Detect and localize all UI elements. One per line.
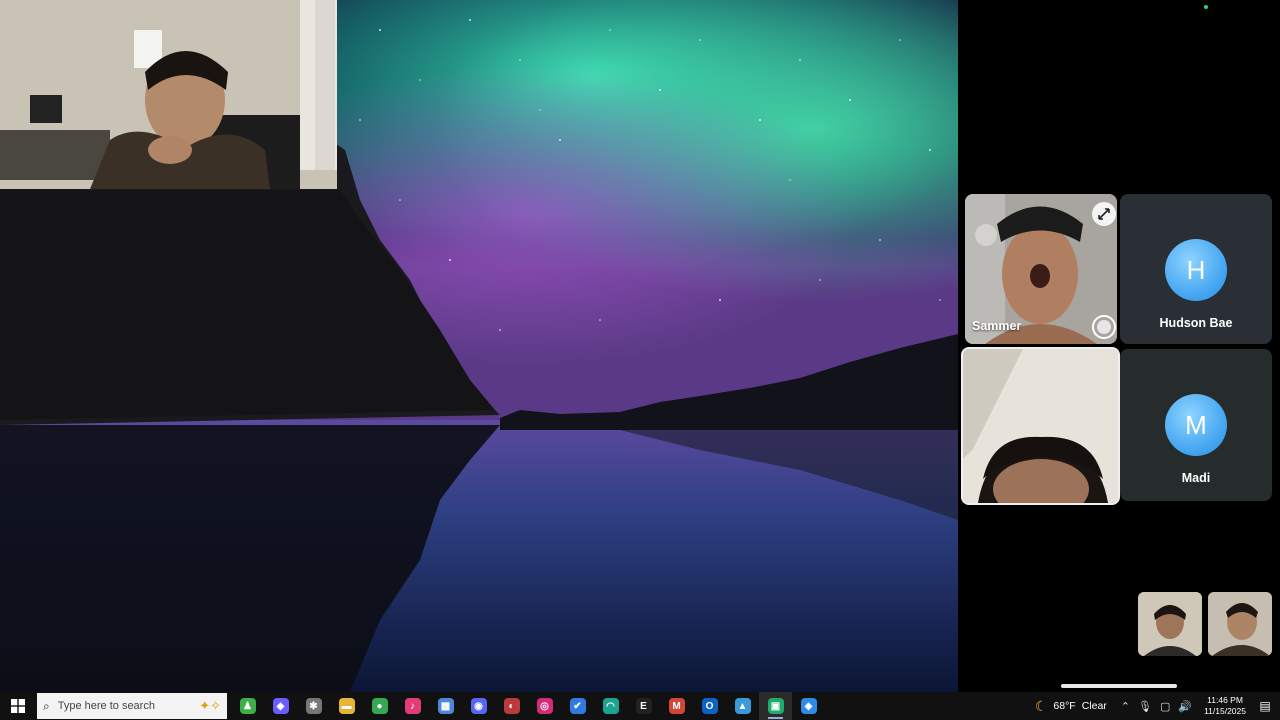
photos-app-icon: ▲: [734, 698, 751, 714]
taskbar-app-button[interactable]: ◉: [462, 692, 495, 720]
mini-camera-feed[interactable]: [1208, 592, 1272, 656]
pc-app-icon: ▦: [437, 698, 454, 714]
taskbar-app-button[interactable]: ♟: [231, 692, 264, 720]
participant-tile-hudson-bae[interactable]: H Hudson Bae: [1120, 194, 1272, 344]
volume-icon[interactable]: 🔊: [1178, 700, 1192, 713]
taskbar-app-button[interactable]: ◈: [792, 692, 825, 720]
todo-icon: ✔: [569, 698, 586, 714]
sparkle-icon: ✦✧: [199, 698, 221, 713]
taskbar-search-box[interactable]: ⌕ Type here to search ✦✧: [37, 693, 227, 719]
taskbar-app-button[interactable]: ▲: [726, 692, 759, 720]
game-app-icon: ◐: [503, 698, 520, 714]
taskbar-app-button[interactable]: ✱: [297, 692, 330, 720]
epic-games-icon: E: [635, 698, 652, 714]
participant-name-madi: Madi: [1181, 471, 1211, 485]
start-button[interactable]: [0, 692, 36, 720]
instagram-icon: ◎: [536, 698, 553, 714]
participant-tile-madi[interactable]: M Madi: [1120, 349, 1272, 501]
puzzle-app-icon: ✱: [305, 698, 322, 714]
taskbar-app-button[interactable]: ✔: [561, 692, 594, 720]
avatar: H: [1165, 239, 1227, 301]
microphone-icon[interactable]: 🎙: [1138, 700, 1152, 713]
outlook-icon: O: [701, 698, 718, 714]
participant-name-sammer: Sammer: [972, 319, 1022, 333]
home-indicator: [1061, 684, 1177, 688]
clock[interactable]: 11:46 PM 11/15/2025: [1204, 695, 1246, 717]
status-dot: [1204, 5, 1208, 9]
moon-icon: ☾: [1034, 697, 1048, 714]
taskbar-app-button[interactable]: ▣: [759, 692, 792, 720]
taskbar-app-button[interactable]: O: [693, 692, 726, 720]
taskbar-app-button[interactable]: ♪: [396, 692, 429, 720]
taskbar: ⌕ Type here to search ✦✧ ♟ ◆ ✱ ▬ ● ♪ ▦ ◉ ◐ ◎ ✔ ◠ E M O…: [0, 692, 1280, 720]
taskbar-app-button[interactable]: ▬: [330, 692, 363, 720]
clock-time: 11:46 PM: [1207, 695, 1243, 705]
expand-icon[interactable]: [1092, 202, 1116, 226]
mute-indicator-icon: [975, 224, 997, 246]
taskbar-app-button[interactable]: ◐: [495, 692, 528, 720]
participant-tile-self[interactable]: [961, 347, 1120, 505]
search-icon: ⌕: [43, 698, 50, 713]
clock-date: 11/15/2025: [1204, 706, 1246, 716]
taskbar-app-button[interactable]: ◆: [264, 692, 297, 720]
pinned-apps: ♟ ◆ ✱ ▬ ● ♪ ▦ ◉ ◐ ◎ ✔ ◠ E M O ▲ ▣ ◈: [231, 692, 825, 720]
taskbar-app-button[interactable]: M: [660, 692, 693, 720]
notification-icon[interactable]: ▤: [1254, 699, 1276, 713]
participant-video-self: [963, 349, 1118, 503]
participant-name-hudson-bae: Hudson Bae: [1159, 316, 1233, 330]
record-icon[interactable]: [1092, 315, 1116, 339]
gmail-icon: M: [668, 698, 685, 714]
avatar: M: [1165, 394, 1227, 456]
video-call-panel: Sammer H Hudson Bae M Madi: [958, 0, 1280, 692]
self-camera-feed: [0, 0, 337, 189]
system-tray: ☾ 68°F Clear ⌃ 🎙 ▢ 🔊 11:46 PM 11/15/2025…: [1035, 692, 1280, 720]
figure-app-icon: ♟: [239, 698, 256, 714]
weather-desc[interactable]: Clear: [1082, 700, 1107, 712]
taskbar-app-button[interactable]: ●: [363, 692, 396, 720]
settings-app-icon: ◈: [800, 698, 817, 714]
edge-icon: ◠: [602, 698, 619, 714]
chevron-up-icon[interactable]: ⌃: [1121, 700, 1130, 713]
search-placeholder: Type here to search: [57, 700, 155, 712]
phone-link-icon: ▣: [767, 698, 784, 714]
participant-tile-sammer[interactable]: Sammer: [965, 194, 1117, 344]
file-explorer-icon: ▬: [338, 698, 355, 714]
taskbar-app-button[interactable]: ◎: [528, 692, 561, 720]
taskbar-app-button[interactable]: ▦: [429, 692, 462, 720]
windows-icon: [11, 699, 25, 713]
weather-temp[interactable]: 68°F: [1053, 700, 1075, 712]
taskbar-app-button[interactable]: E: [627, 692, 660, 720]
taskbar-app-button[interactable]: ◠: [594, 692, 627, 720]
chrome-icon: ●: [371, 698, 388, 714]
itunes-icon: ♪: [404, 698, 421, 714]
copilot-icon: ◆: [272, 698, 289, 714]
discord-icon: ◉: [470, 698, 487, 714]
network-icon[interactable]: ▢: [1160, 700, 1170, 713]
mini-camera-feed[interactable]: [1138, 592, 1202, 656]
